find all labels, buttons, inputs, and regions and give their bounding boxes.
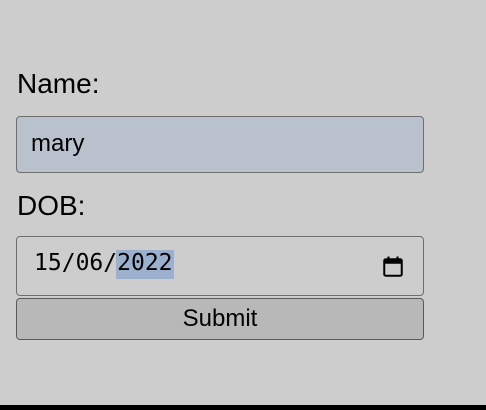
date-separator: /	[61, 250, 76, 276]
dob-label: DOB:	[17, 190, 86, 221]
calendar-icon[interactable]	[383, 256, 403, 277]
name-label: Name:	[17, 68, 100, 99]
bottom-edge-bar	[0, 405, 486, 410]
date-year-segment[interactable]: 2022	[116, 250, 174, 279]
submit-button[interactable]: Submit	[16, 298, 424, 340]
date-day-segment[interactable]: 15	[34, 252, 62, 275]
date-month-segment[interactable]: 06	[76, 252, 104, 275]
dob-date-input[interactable]: 15/06/2022	[16, 236, 424, 296]
date-value: 15/06/2022	[34, 250, 174, 279]
name-input-value: mary	[31, 130, 85, 157]
date-separator: /	[103, 250, 118, 276]
name-input[interactable]: mary	[16, 116, 424, 173]
